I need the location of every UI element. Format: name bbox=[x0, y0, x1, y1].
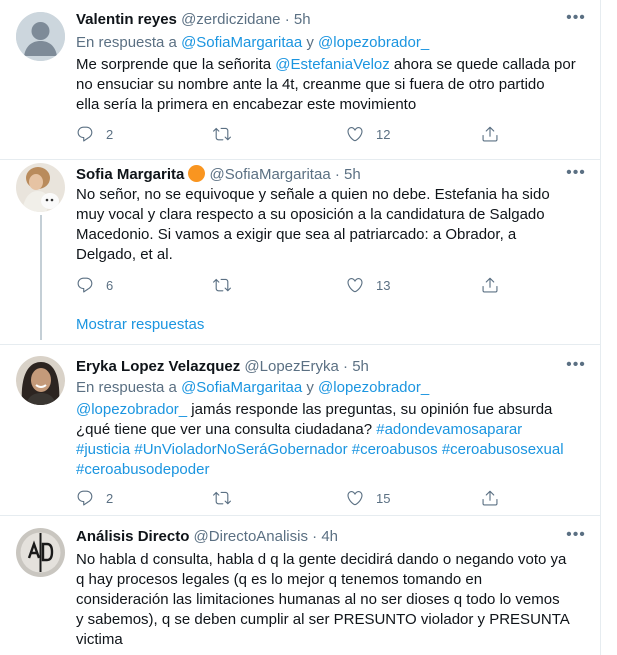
display-name[interactable]: Análisis Directo bbox=[76, 528, 189, 545]
more-icon[interactable]: ••• bbox=[566, 527, 586, 549]
tweet-sofia[interactable]: Sofia Margarita @SofiaMargaritaa · 5h ••… bbox=[0, 160, 601, 344]
mention-link[interactable]: @SofiaMargaritaa bbox=[181, 379, 302, 396]
reply-button[interactable]: 6 bbox=[76, 275, 113, 295]
handle[interactable]: @zerdiczidane bbox=[181, 11, 280, 28]
reply-count: 2 bbox=[106, 126, 114, 142]
retweet-icon bbox=[213, 278, 231, 292]
tweet-text: No habla d consulta, habla d q la gente … bbox=[76, 551, 570, 648]
more-icon[interactable]: ••• bbox=[566, 357, 586, 379]
handle[interactable]: @LopezEryka bbox=[244, 358, 338, 375]
reply-count: 6 bbox=[106, 277, 114, 293]
hashtag-link[interactable]: #justicia bbox=[76, 441, 130, 458]
avatar[interactable] bbox=[16, 356, 65, 405]
reply-context: En respuesta a @SofiaMargaritaa y @lopez… bbox=[76, 379, 430, 396]
reply-icon bbox=[77, 277, 93, 293]
show-replies-link[interactable]: Mostrar respuestas bbox=[76, 315, 204, 335]
default-avatar-icon bbox=[16, 12, 65, 61]
hashtag-link[interactable]: #adondevamosaparar bbox=[376, 421, 522, 438]
share-icon bbox=[482, 277, 498, 293]
handle[interactable]: @DirectoAnalisis bbox=[194, 528, 308, 545]
handle[interactable]: @SofiaMargaritaa bbox=[210, 166, 331, 183]
like-icon bbox=[347, 278, 363, 293]
mention-link[interactable]: @lopezobrador_ bbox=[318, 34, 429, 51]
timeline: Valentin reyes @zerdiczidane · 5h ••• En… bbox=[0, 0, 601, 655]
profile-photo-icon bbox=[16, 356, 65, 405]
analisis-directo-logo bbox=[16, 528, 65, 577]
like-button[interactable]: 13 bbox=[346, 275, 390, 295]
retweet-icon bbox=[213, 127, 231, 141]
tweet-header: Análisis Directo @DirectoAnalisis · 4h bbox=[76, 527, 338, 547]
hashtag-link[interactable]: #ceroabusodepoder bbox=[76, 461, 209, 478]
display-name[interactable]: Sofia Margarita bbox=[76, 166, 184, 183]
action-bar: 6 13 bbox=[76, 275, 506, 295]
mention-link[interactable]: @SofiaMargaritaa bbox=[181, 34, 302, 51]
like-button[interactable]: 15 bbox=[346, 488, 390, 508]
like-count: 15 bbox=[376, 490, 391, 506]
avatar[interactable] bbox=[16, 12, 65, 61]
profile-photo-icon bbox=[16, 163, 65, 212]
retweet-icon bbox=[213, 491, 231, 505]
hashtag-link[interactable]: #ceroabusosexual bbox=[442, 441, 564, 458]
reply-button[interactable]: 2 bbox=[76, 124, 113, 144]
avatar[interactable] bbox=[16, 163, 65, 212]
timestamp[interactable]: · 5h bbox=[343, 358, 369, 375]
retweet-button[interactable] bbox=[213, 124, 243, 144]
avatar[interactable] bbox=[16, 528, 65, 577]
like-count: 13 bbox=[376, 277, 391, 293]
timestamp[interactable]: · 5h bbox=[285, 11, 311, 28]
tweet-header: Sofia Margarita @SofiaMargaritaa · 5h bbox=[76, 165, 361, 185]
tweet-text: Me sorprende que la señorita @EstefaniaV… bbox=[76, 56, 576, 113]
reply-count: 2 bbox=[106, 490, 114, 506]
share-button[interactable] bbox=[481, 124, 499, 144]
tweet-valentin[interactable]: Valentin reyes @zerdiczidane · 5h ••• En… bbox=[0, 0, 601, 159]
tweet-analisis[interactable]: Análisis Directo @DirectoAnalisis · 4h •… bbox=[0, 516, 601, 655]
like-icon bbox=[347, 491, 363, 506]
hashtag-link[interactable]: #UnVioladorNoSeráGobernador bbox=[134, 441, 347, 458]
reply-button[interactable]: 2 bbox=[76, 488, 113, 508]
orange-circle-icon bbox=[188, 165, 206, 182]
action-bar: 2 15 bbox=[76, 488, 506, 508]
more-icon[interactable]: ••• bbox=[566, 10, 586, 32]
like-button[interactable]: 12 bbox=[346, 124, 390, 144]
mention-link[interactable]: @EstefaniaVeloz bbox=[275, 56, 389, 73]
share-button[interactable] bbox=[481, 275, 499, 295]
like-count: 12 bbox=[376, 126, 391, 142]
share-button[interactable] bbox=[481, 488, 499, 508]
tweet-eryka[interactable]: Eryka Lopez Velazquez @LopezEryka · 5h •… bbox=[0, 345, 601, 515]
tweet-text: @lopezobrador_ jamás responde las pregun… bbox=[76, 401, 564, 478]
action-bar: 2 12 bbox=[76, 124, 506, 144]
share-icon bbox=[482, 126, 498, 142]
tweet-text: No señor, no se equivoque y señale a qui… bbox=[76, 186, 550, 263]
display-name[interactable]: Valentin reyes bbox=[76, 11, 177, 28]
like-icon bbox=[347, 127, 363, 142]
hashtag-link[interactable]: #ceroabusos bbox=[352, 441, 438, 458]
timestamp[interactable]: · 5h bbox=[335, 166, 361, 183]
more-icon[interactable]: ••• bbox=[566, 165, 586, 187]
mention-link[interactable]: @lopezobrador_ bbox=[318, 379, 429, 396]
mention-link[interactable]: @lopezobrador_ bbox=[76, 401, 187, 418]
retweet-button[interactable] bbox=[213, 488, 243, 508]
retweet-button[interactable] bbox=[213, 275, 243, 295]
reply-context: En respuesta a @SofiaMargaritaa y @lopez… bbox=[76, 34, 430, 51]
reply-icon bbox=[77, 126, 93, 142]
timestamp[interactable]: · 4h bbox=[312, 528, 338, 545]
share-icon bbox=[482, 490, 498, 506]
reply-icon bbox=[77, 490, 93, 506]
tweet-header: Eryka Lopez Velazquez @LopezEryka · 5h bbox=[76, 357, 369, 377]
tweet-header: Valentin reyes @zerdiczidane · 5h bbox=[76, 10, 311, 30]
display-name[interactable]: Eryka Lopez Velazquez bbox=[76, 358, 240, 375]
thread-dots bbox=[40, 317, 42, 335]
